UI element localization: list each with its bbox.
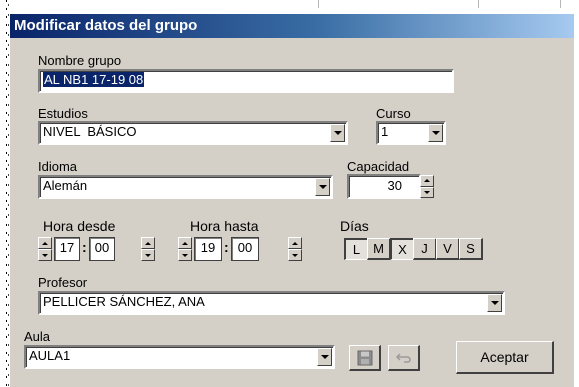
background-dotted-line [6,0,7,387]
hora-desde-minute-input[interactable]: 00 [89,237,115,261]
day-button-j[interactable]: J [413,238,437,260]
chevron-down-icon [333,131,342,135]
undo-button[interactable] [388,345,420,371]
hora-desde-minute-spinner[interactable] [141,237,155,261]
capacidad-value: 30 [387,178,402,193]
capacidad-down-button[interactable] [420,186,434,198]
aceptar-button[interactable]: Aceptar [456,341,554,374]
estudios-dropdown-button[interactable] [330,124,345,142]
hora-hasta-hour-input[interactable]: 19 [194,237,222,261]
profesor-dropdown-button[interactable] [487,294,502,312]
arrow-up-icon [145,241,151,245]
hora-desde-hour-up[interactable] [38,237,52,249]
aula-select[interactable]: AULA1 [24,345,335,369]
day-button-l[interactable]: L [344,238,368,260]
idioma-value: Alemán [43,178,88,193]
arrow-down-icon [182,253,188,257]
day-button-m[interactable]: M [367,238,391,260]
dias-label: Días [340,218,369,234]
background-dotted-line-2 [8,0,9,387]
estudios-select[interactable]: NIVEL BÁSICO [38,121,348,145]
arrow-down-icon [292,253,298,257]
day-button-x[interactable]: X [390,238,414,260]
profesor-select[interactable]: PELLICER SÁNCHEZ, ANA [38,291,505,315]
hora-hasta-minute-spinner[interactable] [288,237,302,261]
floppy-disk-icon [357,350,372,365]
idioma-label: Idioma [38,159,78,174]
aula-value: AULA1 [29,348,71,363]
curso-select[interactable]: 1 [376,121,446,145]
aceptar-label: Aceptar [480,349,529,365]
hora-desde-label: Hora desde [43,218,116,234]
idioma-dropdown-button[interactable] [315,178,330,196]
chevron-down-icon [490,301,499,305]
day-button-s[interactable]: S [459,238,483,260]
hora-hasta-hour-spinner[interactable] [178,237,192,261]
profesor-label: Profesor [38,275,88,290]
nombre-grupo-input[interactable]: AL NB1 17-19 08 [38,69,454,93]
aula-dropdown-button[interactable] [317,348,332,366]
day-button-v[interactable]: V [436,238,460,260]
arrow-down-icon [145,253,151,257]
dialog-window: Modificar datos del grupo Nombre grupo A… [10,14,574,387]
chevron-down-icon [318,185,327,189]
chevron-down-icon [431,131,440,135]
nombre-grupo-label: Nombre grupo [38,53,122,68]
hora-desde-minute-up[interactable] [141,237,155,249]
hora-hasta-minute-down[interactable] [288,249,302,261]
background-grid [0,0,579,8]
hora-hasta-label: Hora hasta [190,218,259,234]
curso-label: Curso [376,106,411,121]
save-button[interactable] [349,345,381,371]
curso-dropdown-button[interactable] [428,124,443,142]
estudios-value: NIVEL BÁSICO [43,124,137,139]
hora-hasta-separator: : [224,239,229,255]
dialog-title: Modificar datos del grupo [10,14,574,38]
arrow-down-icon [42,253,48,257]
hora-desde-hour-input[interactable]: 17 [54,237,80,261]
capacidad-up-button[interactable] [420,175,434,187]
hora-desde-separator: : [82,239,87,255]
capacidad-label: Capacidad [347,159,410,174]
arrow-down-icon [424,190,430,194]
chevron-down-icon [320,355,329,359]
aula-label: Aula [24,329,51,344]
capacidad-input[interactable]: 30 [347,174,421,199]
arrow-up-icon [182,241,188,245]
arrow-up-icon [292,241,298,245]
capacidad-spinner[interactable] [420,175,434,198]
undo-arrow-icon [395,352,411,363]
hora-desde-minute-down[interactable] [141,249,155,261]
estudios-label: Estudios [38,106,88,121]
curso-value: 1 [381,124,389,139]
hora-hasta-hour-down[interactable] [178,249,192,261]
hora-hasta-minute-up[interactable] [288,237,302,249]
hora-desde-hour-spinner[interactable] [38,237,52,261]
hora-desde-hour-down[interactable] [38,249,52,261]
profesor-value: PELLICER SÁNCHEZ, ANA [43,294,205,309]
nombre-grupo-value: AL NB1 17-19 08 [43,72,145,87]
arrow-up-icon [42,241,48,245]
hora-hasta-minute-input[interactable]: 00 [231,237,259,261]
hora-hasta-hour-up[interactable] [178,237,192,249]
arrow-up-icon [424,179,430,183]
idioma-select[interactable]: Alemán [38,175,333,199]
